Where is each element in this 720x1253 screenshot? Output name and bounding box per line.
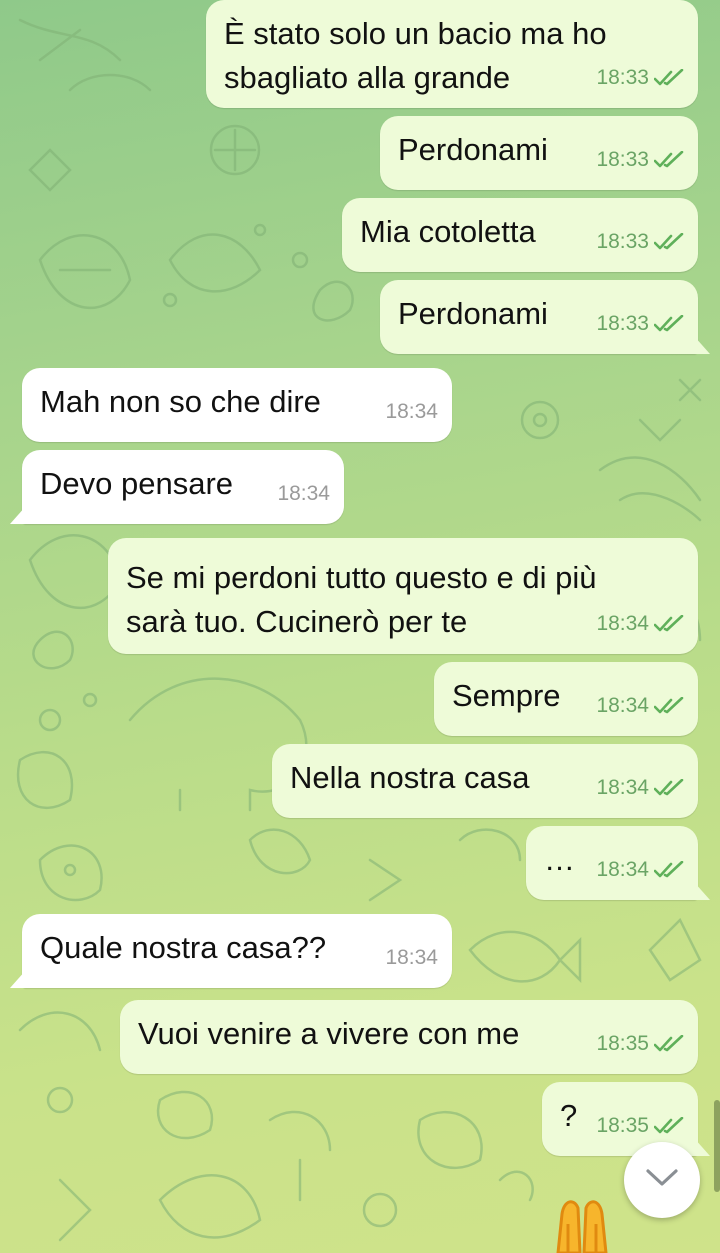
message-outgoing[interactable]: È stato solo un bacio ma ho sbagliato al… — [206, 0, 698, 108]
message-time: 18:33 — [596, 230, 649, 253]
message-time: 18:35 — [596, 1032, 649, 1055]
message-meta: 18:33 — [596, 220, 684, 264]
message-time: 18:34 — [596, 858, 649, 881]
message-time: 18:33 — [596, 312, 649, 335]
message-text: Mah non so che dire — [40, 384, 321, 419]
message-outgoing[interactable]: Perdonami 18:33 — [380, 280, 698, 354]
message-text-line: Se mi perdoni tutto questo e di più — [126, 560, 597, 595]
message-meta: 18:35 — [596, 1022, 684, 1066]
message-outgoing[interactable]: Mia cotoletta 18:33 — [342, 198, 698, 272]
double-check-icon — [654, 615, 684, 633]
message-outgoing[interactable]: Perdonami 18:33 — [380, 116, 698, 190]
message-meta: 18:34 — [596, 602, 684, 646]
message-text: Perdonami — [398, 296, 548, 331]
double-check-icon — [654, 861, 684, 879]
message-text: ? — [560, 1098, 578, 1133]
message-text: Nella nostra casa — [290, 760, 530, 795]
message-incoming[interactable]: Devo pensare 18:34 — [22, 450, 344, 524]
scrollbar-thumb[interactable] — [714, 1100, 720, 1192]
message-time: 18:34 — [277, 482, 330, 505]
double-check-icon — [654, 1117, 684, 1135]
message-outgoing[interactable]: … 18:34 — [526, 826, 698, 900]
message-outgoing[interactable]: Se mi perdoni tutto questo e di più sarà… — [108, 538, 698, 654]
message-meta: 18:33 — [596, 138, 684, 182]
message-meta: 18:34 — [596, 848, 684, 892]
message-incoming[interactable]: Mah non so che dire 18:34 — [22, 368, 452, 442]
message-text: Sempre — [452, 678, 561, 713]
message-outgoing[interactable]: Vuoi venire a vivere con me 18:35 — [120, 1000, 698, 1074]
message-time: 18:33 — [596, 66, 649, 89]
double-check-icon — [654, 315, 684, 333]
message-meta: 18:34 — [596, 766, 684, 810]
message-time: 18:34 — [596, 776, 649, 799]
message-time: 18:35 — [596, 1114, 649, 1137]
message-text: Mia cotoletta — [360, 214, 536, 249]
message-meta: 18:33 — [596, 302, 684, 346]
message-text: Quale nostra casa?? — [40, 930, 327, 965]
message-time: 18:34 — [385, 946, 438, 969]
double-check-icon — [654, 69, 684, 87]
message-time: 18:34 — [385, 400, 438, 423]
message-text-line: sbagliato alla grande — [224, 60, 511, 95]
message-outgoing[interactable]: Nella nostra casa 18:34 — [272, 744, 698, 818]
message-meta: 18:34 — [596, 684, 684, 728]
message-text: … — [544, 842, 575, 877]
message-meta: 18:35 — [596, 1104, 684, 1148]
message-text: Vuoi venire a vivere con me — [138, 1016, 520, 1051]
message-meta: 18:34 — [385, 936, 438, 980]
message-text: Devo pensare — [40, 466, 234, 501]
message-time: 18:34 — [596, 612, 649, 635]
chat-history[interactable]: È stato solo un bacio ma ho sbagliato al… — [0, 0, 720, 1253]
message-time: 18:34 — [596, 694, 649, 717]
message-meta: 18:33 — [596, 56, 684, 100]
double-check-icon — [654, 151, 684, 169]
message-time: 18:33 — [596, 148, 649, 171]
message-text: Perdonami — [398, 132, 548, 167]
double-check-icon — [654, 779, 684, 797]
message-incoming[interactable]: Quale nostra casa?? 18:34 — [22, 914, 452, 988]
scroll-down-button[interactable] — [624, 1142, 700, 1218]
message-text-line: sarà tuo. Cucinerò per te — [126, 604, 468, 639]
message-meta: 18:34 — [277, 472, 330, 516]
double-check-icon — [654, 697, 684, 715]
double-check-icon — [654, 233, 684, 251]
chevron-down-icon — [645, 1168, 679, 1193]
praying-hands-emoji-icon[interactable] — [552, 1194, 612, 1253]
message-outgoing[interactable]: Sempre 18:34 — [434, 662, 698, 736]
message-text-line: È stato solo un bacio ma ho — [224, 16, 607, 51]
double-check-icon — [654, 1035, 684, 1053]
message-meta: 18:34 — [385, 390, 438, 434]
